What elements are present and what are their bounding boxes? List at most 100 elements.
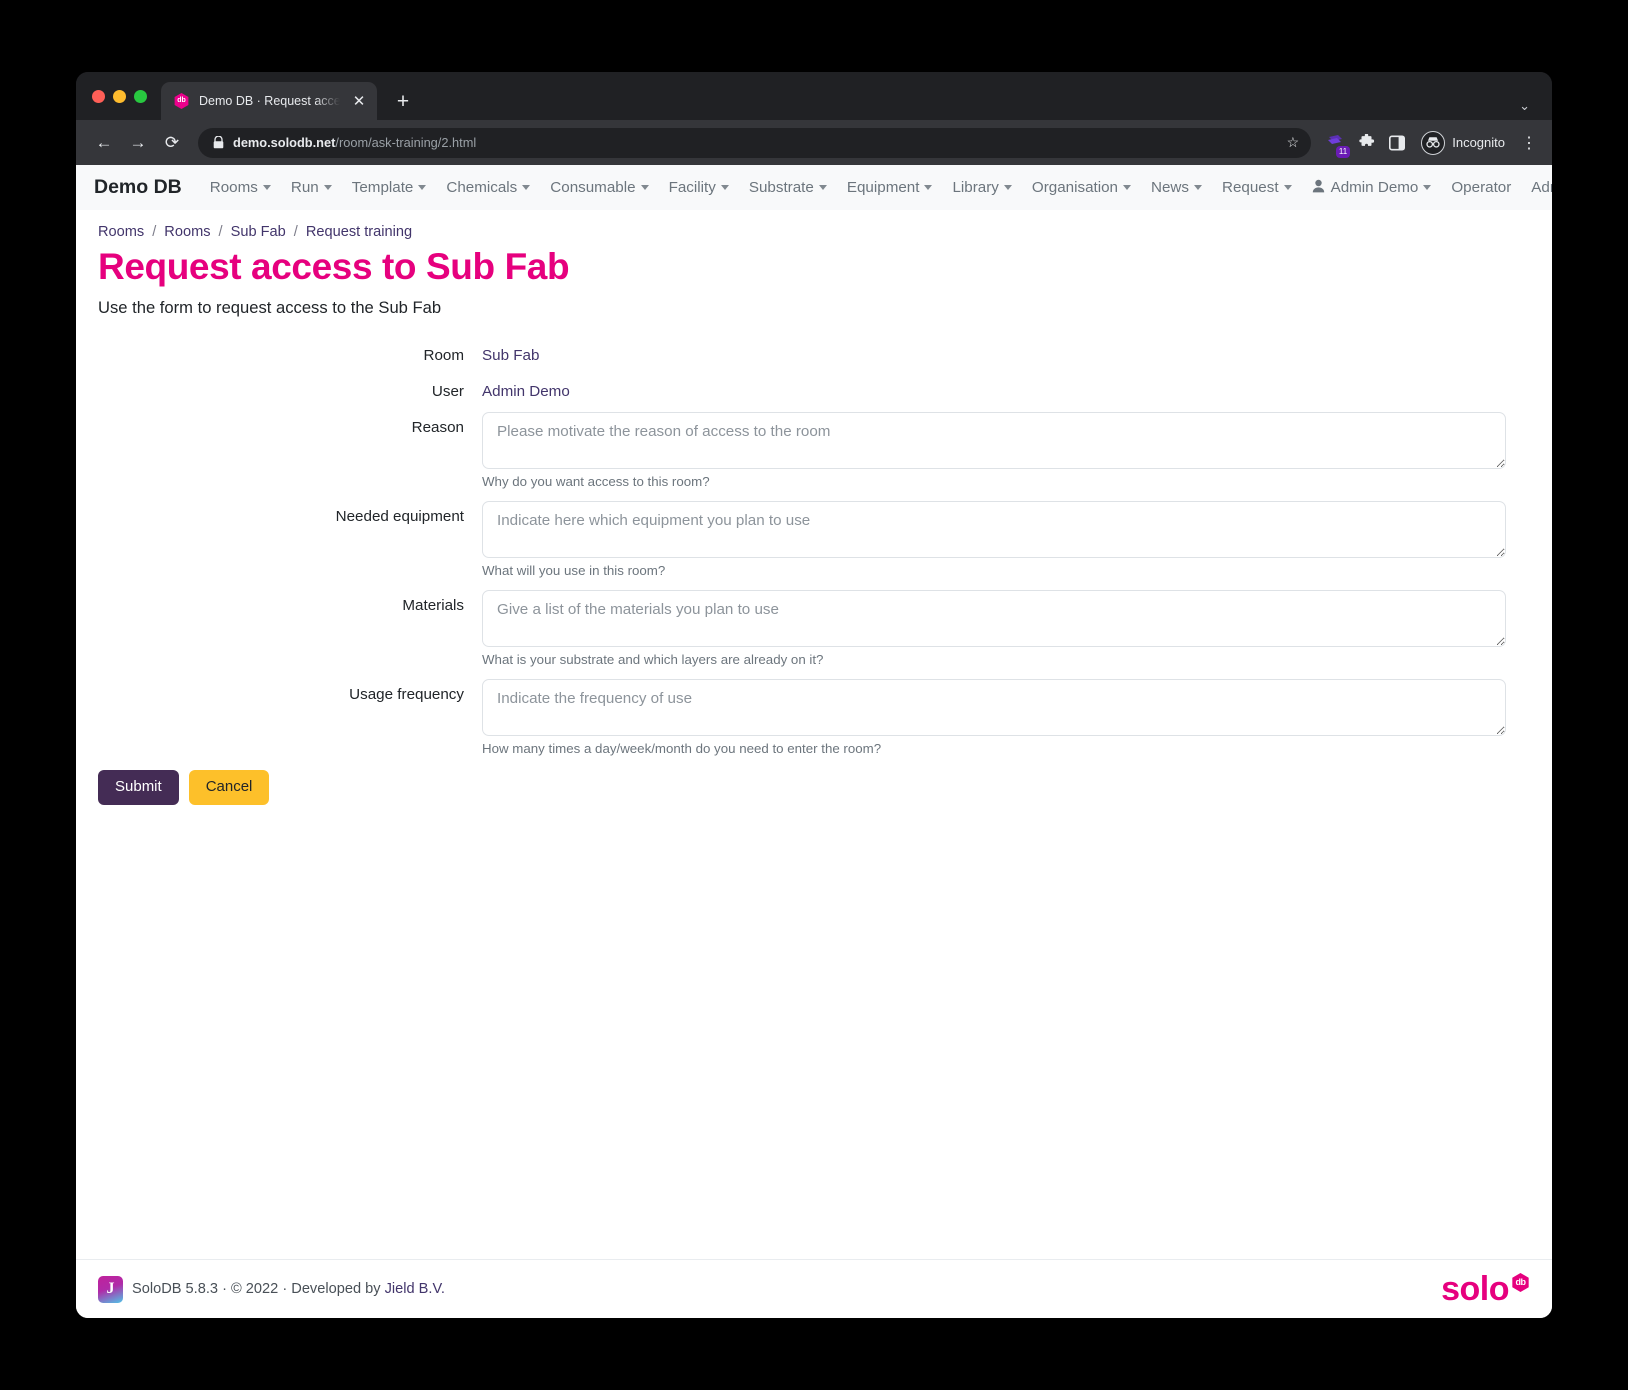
breadcrumb-item-rooms[interactable]: Rooms <box>164 224 210 240</box>
navbar-item-chemicals[interactable]: Chemicals <box>436 175 540 200</box>
navbar-right-items: Admin Demo Operator Admin <box>1302 175 1552 200</box>
maximize-window-button[interactable] <box>134 89 147 103</box>
textarea-usage-frequency[interactable] <box>482 679 1506 736</box>
breadcrumb-item-sub-fab[interactable]: Sub Fab <box>231 224 286 240</box>
help-text-reason: Why do you want access to this room? <box>482 474 710 489</box>
chevron-down-icon <box>1283 185 1292 190</box>
page-title: Request access to Sub Fab <box>98 246 570 287</box>
navbar-right-item-operator[interactable]: Operator <box>1441 175 1521 200</box>
navbar-item-request[interactable]: Request <box>1212 175 1302 200</box>
form-row-room: Room Sub Fab <box>98 340 1530 364</box>
navbar-right-item-label: Admin <box>1531 179 1552 196</box>
extension-badge: 11 <box>1335 145 1351 158</box>
site-navbar: Demo DB Rooms Run Template Chemicals Consuma… <box>76 165 1552 210</box>
reload-button[interactable]: ⟳ <box>156 127 188 159</box>
site-brand[interactable]: Demo DB <box>88 176 182 199</box>
footer-text: SoloDB 5.8.3 · © 2022 · Developed by Jie… <box>132 1281 445 1297</box>
breadcrumb-separator: / <box>293 224 298 240</box>
incognito-profile-chip[interactable]: Incognito <box>1418 129 1515 157</box>
chevron-down-icon <box>1423 185 1432 190</box>
form-actions: Submit Cancel <box>98 770 1530 805</box>
side-panel-icon[interactable] <box>1383 129 1411 157</box>
navbar-item-label: News <box>1151 179 1189 196</box>
form-row-reason: Reason Why do you want access to this roo… <box>98 412 1530 489</box>
navbar-item-news[interactable]: News <box>1141 175 1212 200</box>
form-field-needed-equipment: What will you use in this room? <box>482 501 1530 578</box>
solo-db-wordmark: solo db <box>1441 1272 1530 1306</box>
navbar-item-label: Rooms <box>209 179 258 196</box>
close-tab-icon[interactable]: ✕ <box>349 91 369 111</box>
access-request-form: Room Sub Fab User Admin Demo Reason Why do yo… <box>98 340 1530 756</box>
solo-db-badge-icon: db <box>1512 1273 1529 1292</box>
footer-app-version: SoloDB 5.8.3 <box>132 1281 218 1297</box>
browser-window: db Demo DB · Request access to S ✕ + ⌄ ←… <box>76 72 1552 1318</box>
tab-strip: db Demo DB · Request access to S ✕ + ⌄ <box>76 72 1552 120</box>
form-label-room: Room <box>423 347 464 364</box>
cancel-button[interactable]: Cancel <box>188 770 270 805</box>
breadcrumb-item-rooms[interactable]: Rooms <box>98 224 144 240</box>
browser-toolbar: ← → ⟳ demo.solodb.net/room/ask-training/… <box>76 120 1552 165</box>
navbar-item-run[interactable]: Run <box>281 175 342 200</box>
chevron-down-icon <box>818 185 827 190</box>
chevron-down-icon <box>323 185 332 190</box>
footer-sep-2: · <box>282 1281 288 1297</box>
form-row-needed-equipment: Needed equipment What will you use in thi… <box>98 501 1530 578</box>
browser-menu-button[interactable]: ⋮ <box>1518 133 1540 153</box>
form-field-usage-frequency: How many times a day/week/month do you n… <box>482 679 1530 756</box>
solo-wordmark-text: solo <box>1441 1270 1509 1308</box>
forward-button[interactable]: → <box>122 127 154 159</box>
navbar-item-label: Consumable <box>550 179 636 196</box>
incognito-label: Incognito <box>1452 135 1505 150</box>
submit-button[interactable]: Submit <box>98 770 179 805</box>
extension-icon[interactable]: 11 <box>1321 129 1351 158</box>
navbar-item-label: Template <box>351 179 414 196</box>
footer-developer-link[interactable]: Jield B.V. <box>385 1281 445 1297</box>
chevron-down-icon <box>522 185 531 190</box>
navbar-item-consumable[interactable]: Consumable <box>540 175 658 200</box>
navbar-right-item-admin-demo[interactable]: Admin Demo <box>1302 175 1442 200</box>
new-tab-button[interactable]: + <box>387 85 419 117</box>
breadcrumb: Rooms / Rooms / Sub Fab / Request training <box>98 224 1530 240</box>
navbar-item-rooms[interactable]: Rooms <box>200 175 281 200</box>
bookmark-star-icon[interactable]: ☆ <box>1287 134 1300 151</box>
url-domain: demo.solodb.net <box>233 135 336 150</box>
navbar-right-item-admin[interactable]: Admin <box>1521 175 1552 200</box>
person-icon <box>1312 179 1325 196</box>
navbar-item-substrate[interactable]: Substrate <box>739 175 837 200</box>
minimize-window-button[interactable] <box>113 89 126 103</box>
form-label-usage-frequency: Usage frequency <box>349 686 464 703</box>
navbar-item-library[interactable]: Library <box>942 175 1021 200</box>
breadcrumb-separator: / <box>152 224 157 240</box>
form-field-user: Admin Demo <box>482 376 1530 400</box>
breadcrumb-separator: / <box>218 224 223 240</box>
page-footer: J SoloDB 5.8.3 · © 2022 · Developed by J… <box>76 1259 1552 1318</box>
browser-tab[interactable]: db Demo DB · Request access to S ✕ <box>161 82 377 120</box>
toolbar-actions: 11 Incognito ⋮ <box>1321 129 1540 158</box>
window-controls <box>92 72 161 120</box>
navbar-right-item-label: Operator <box>1451 179 1512 196</box>
puzzle-extensions-icon[interactable] <box>1352 129 1380 157</box>
navbar-item-facility[interactable]: Facility <box>659 175 739 200</box>
textarea-needed-equipment[interactable] <box>482 501 1506 558</box>
close-window-button[interactable] <box>92 89 105 103</box>
textarea-materials[interactable] <box>482 590 1506 647</box>
textarea-reason[interactable] <box>482 412 1506 469</box>
navbar-item-organisation[interactable]: Organisation <box>1022 175 1141 200</box>
breadcrumb-item-request-training: Request training <box>305 224 413 240</box>
navbar-item-equipment[interactable]: Equipment <box>837 175 943 200</box>
page-viewport: Demo DB Rooms Run Template Chemicals Consuma… <box>76 165 1552 1318</box>
form-field-room: Sub Fab <box>482 340 1530 364</box>
help-text-usage-frequency: How many times a day/week/month do you n… <box>482 741 882 756</box>
back-button[interactable]: ← <box>88 127 120 159</box>
address-bar[interactable]: demo.solodb.net/room/ask-training/2.html… <box>198 127 1312 158</box>
navbar-items: Rooms Run Template Chemicals Consumable Facil… <box>200 175 1302 200</box>
chevron-down-icon <box>720 185 729 190</box>
chevron-down-icon[interactable]: ⌄ <box>1519 98 1530 114</box>
url-text: demo.solodb.net/room/ask-training/2.html <box>233 135 1278 150</box>
footer-sep-1: · <box>222 1281 227 1297</box>
navbar-item-label: Organisation <box>1031 179 1119 196</box>
navbar-item-label: Library <box>952 179 999 196</box>
navbar-item-template[interactable]: Template <box>342 175 437 200</box>
chevron-down-icon <box>640 185 649 190</box>
navbar-item-label: Facility <box>668 179 716 196</box>
